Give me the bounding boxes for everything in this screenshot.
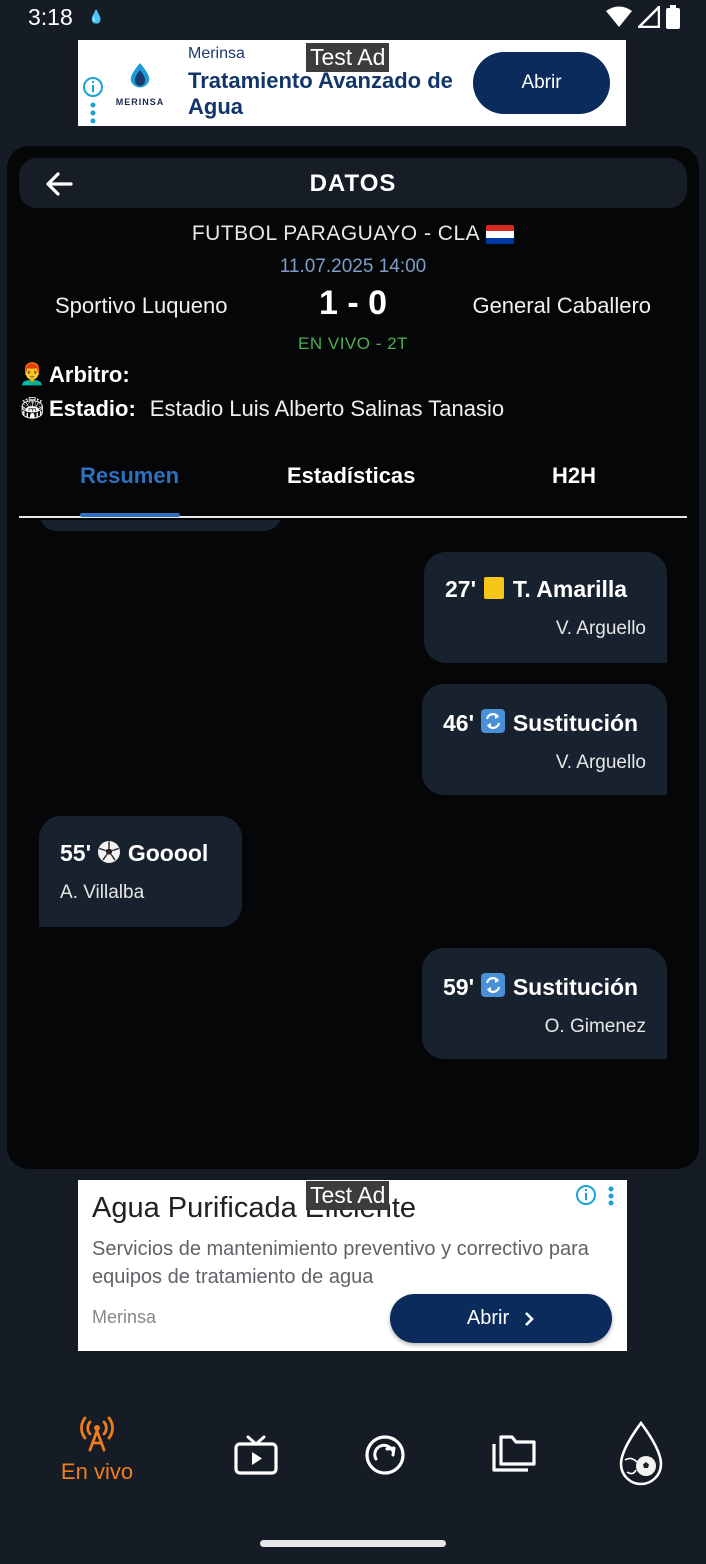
event-item: 55' Gooool A. Villalba <box>39 816 242 927</box>
tab-bar: Resumen Estadísticas H2H <box>19 446 687 518</box>
status-time: 3:18 <box>28 4 73 30</box>
stadium-row: 🏟 Estadio: Estadio Luis Alberto Salinas … <box>19 396 504 422</box>
event-item: 46' Sustitución V. Arguello <box>422 684 667 795</box>
event-player: V. Arguello <box>555 752 646 773</box>
ad-brand: Merinsa <box>92 1307 157 1327</box>
wifi-icon <box>606 6 632 27</box>
ad-description: Servicios de mantenimiento preventivo y … <box>92 1238 589 1288</box>
event-bubble-partial <box>39 520 282 531</box>
event-item: 27' T. Amarilla V. Arguello <box>424 552 667 663</box>
battery-icon <box>666 5 680 29</box>
tab-resumen[interactable]: Resumen <box>80 463 179 489</box>
substitution-icon <box>481 709 506 733</box>
event-player: V. Arguello <box>555 618 646 639</box>
nav-item-en-vivo[interactable]: En vivo <box>56 1410 138 1485</box>
active-tab-indicator <box>80 513 180 517</box>
live-status: EN VIVO - 2T <box>298 334 408 353</box>
event-type: T. Amarilla <box>512 576 628 602</box>
home-indicator[interactable] <box>260 1540 446 1547</box>
event-type: Sustitución <box>512 974 639 1000</box>
soccer-ball-icon <box>98 841 121 863</box>
nav-item-folders[interactable] <box>490 1434 538 1479</box>
match-datetime: 11.07.2025 14:00 <box>279 256 427 277</box>
event-minute: 59' <box>443 974 475 1000</box>
referee-row: 👨‍🦰 Arbitro: <box>19 362 144 388</box>
nav-item-refresh[interactable] <box>364 1434 406 1481</box>
referee-label: Arbitro: <box>49 362 130 387</box>
match-details-card: DATOS FUTBOL PARAGUAYO - CLA 11.07.2025 … <box>7 146 699 1169</box>
ad-menu-dots-icon[interactable] <box>90 102 96 124</box>
ad-info-icon[interactable] <box>82 76 104 98</box>
chevron-right-icon <box>525 1311 534 1326</box>
nav-label: En vivo <box>60 1459 134 1484</box>
app-logo-drop-ball-icon <box>619 1420 663 1486</box>
event-title: 55' Gooool <box>60 840 221 867</box>
events-timeline[interactable]: 27' T. Amarilla V. Arguello 46' Sustituc… <box>7 520 699 1169</box>
tab-h2h[interactable]: H2H <box>552 463 596 489</box>
yellow-card-icon <box>484 577 505 599</box>
broadcast-icon <box>80 1416 114 1452</box>
signal-icon <box>638 6 660 28</box>
ad-brand: Merinsa <box>188 45 245 62</box>
folders-icon <box>492 1435 536 1472</box>
event-title: 27' T. Amarilla <box>445 576 646 603</box>
stadium-label: Estadio: <box>49 396 136 421</box>
notification-drop-icon: 💧 <box>88 9 105 24</box>
status-icons <box>606 5 680 29</box>
nav-item-app-logo[interactable] <box>617 1420 665 1493</box>
tv-play-icon <box>234 1435 278 1475</box>
substitution-icon <box>481 973 506 997</box>
event-player: A. Villalba <box>60 882 145 903</box>
league-label: FUTBOL PARAGUAYO - CLA <box>191 222 481 245</box>
event-minute: 27' <box>445 576 477 602</box>
event-item: 59' Sustitución O. Gimenez <box>422 948 667 1059</box>
tab-estadisticas[interactable]: Estadísticas <box>287 463 415 489</box>
ad-open-button[interactable]: Abrir <box>390 1294 612 1343</box>
ad-info-icon[interactable] <box>575 1184 597 1206</box>
event-type: Sustitución <box>512 710 639 736</box>
ad-menu-dots-icon[interactable] <box>608 1186 614 1206</box>
paraguay-flag-icon <box>486 224 515 244</box>
league-name: FUTBOL PARAGUAYO - CLA <box>7 222 699 246</box>
test-ad-label: Test Ad <box>306 1181 390 1210</box>
event-title: 59' Sustitución <box>443 972 646 1001</box>
referee-icon: 👨‍🦰 <box>19 363 46 386</box>
ad-headline: Tratamiento Avanzado de Agua <box>188 68 453 119</box>
away-team: General Caballero <box>472 293 651 318</box>
test-ad-label: Test Ad <box>306 43 390 72</box>
stadium-value: Estadio Luis Alberto Salinas Tanasio <box>149 396 505 421</box>
water-drop-logo-icon <box>130 63 150 88</box>
status-bar: 3:18 💧 <box>0 0 706 34</box>
nav-item-tv[interactable] <box>232 1434 280 1481</box>
event-minute: 55' <box>60 840 92 866</box>
event-type: Gooool <box>127 840 209 866</box>
event-title: 46' Sustitución <box>443 708 646 737</box>
refresh-circle-icon <box>365 1435 405 1475</box>
ad-open-label: Abrir <box>466 1307 510 1329</box>
event-player: O. Gimenez <box>544 1016 646 1037</box>
header-bar: DATOS <box>19 158 687 208</box>
logo-text: MERINSA <box>115 97 165 107</box>
bottom-navigation: En vivo <box>0 1410 706 1520</box>
ad-open-button[interactable]: Abrir <box>473 52 610 114</box>
event-minute: 46' <box>443 710 475 736</box>
page-title: DATOS <box>309 170 397 197</box>
merinsa-logo: MERINSA <box>112 62 168 107</box>
stadium-icon: 🏟 <box>19 397 46 420</box>
